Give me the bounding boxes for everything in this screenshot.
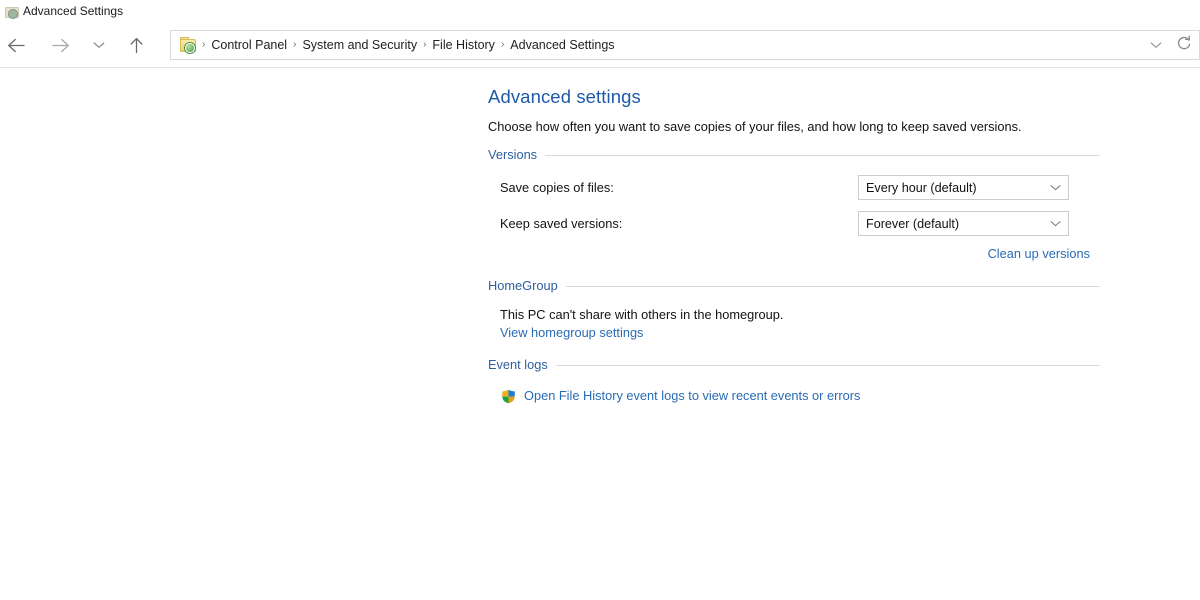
- group-divider: [555, 364, 1100, 366]
- event-logs-link-row[interactable]: Open File History event logs to view rec…: [488, 387, 1100, 405]
- group-header-event-logs: Event logs: [488, 356, 1100, 374]
- window-title-bar: Advanced Settings: [0, 0, 1200, 22]
- open-event-logs-link[interactable]: Open File History event logs to view rec…: [524, 387, 860, 405]
- clean-up-versions-link[interactable]: Clean up versions: [988, 245, 1090, 263]
- save-copies-label: Save copies of files:: [500, 179, 614, 195]
- group-event-logs: Event logs Open File History event logs …: [488, 356, 1100, 405]
- up-arrow-icon: [129, 37, 144, 54]
- group-versions: Versions Save copies of files: Every hou…: [488, 146, 1100, 263]
- group-label-event-logs: Event logs: [488, 357, 548, 372]
- page-description: Choose how often you want to save copies…: [488, 119, 1022, 134]
- breadcrumb-item-file-history[interactable]: File History: [427, 34, 500, 56]
- refresh-button[interactable]: [1169, 31, 1199, 59]
- address-bar-controls: [1143, 31, 1199, 59]
- recent-locations-button[interactable]: [86, 29, 112, 61]
- breadcrumb-item-advanced-settings[interactable]: Advanced Settings: [505, 34, 619, 56]
- folder-globe-icon: [4, 3, 20, 19]
- forward-arrow-icon: [51, 38, 70, 53]
- forward-button[interactable]: [44, 29, 76, 61]
- breadcrumb-item-system-and-security[interactable]: System and Security: [297, 34, 422, 56]
- group-label-versions: Versions: [488, 147, 538, 162]
- view-homegroup-settings-link[interactable]: View homegroup settings: [500, 324, 643, 342]
- group-label-homegroup: HomeGroup: [488, 278, 558, 293]
- breadcrumb: › Control Panel › System and Security › …: [201, 34, 1143, 56]
- chevron-down-icon: [1150, 36, 1162, 54]
- window-title: Advanced Settings: [23, 4, 124, 18]
- group-divider: [545, 154, 1100, 156]
- back-button[interactable]: [0, 29, 32, 61]
- homegroup-link-wrap: View homegroup settings: [488, 324, 1100, 342]
- navigation-toolbar: › Control Panel › System and Security › …: [0, 22, 1200, 68]
- address-bar[interactable]: › Control Panel › System and Security › …: [170, 30, 1200, 60]
- row-clean-up: Clean up versions: [488, 245, 1100, 263]
- content-area: Advanced settings Choose how often you w…: [0, 68, 1200, 405]
- breadcrumb-item-control-panel[interactable]: Control Panel: [206, 34, 292, 56]
- chevron-down-icon: [1049, 182, 1061, 194]
- keep-versions-value: Forever (default): [866, 216, 960, 231]
- back-arrow-icon: [7, 38, 26, 53]
- chevron-down-icon: [1049, 218, 1061, 230]
- group-divider: [565, 285, 1100, 287]
- group-header-homegroup: HomeGroup: [488, 277, 1100, 295]
- row-keep-versions: Keep saved versions: Forever (default): [488, 211, 1100, 236]
- homegroup-message: This PC can't share with others in the h…: [500, 307, 784, 322]
- keep-versions-dropdown[interactable]: Forever (default): [858, 211, 1069, 236]
- up-button[interactable]: [120, 29, 152, 61]
- row-save-copies: Save copies of files: Every hour (defaul…: [488, 175, 1100, 200]
- uac-shield-icon: [500, 388, 517, 405]
- group-homegroup: HomeGroup This PC can't share with other…: [488, 277, 1100, 342]
- save-copies-dropdown[interactable]: Every hour (default): [858, 175, 1069, 200]
- page-title: Advanced settings: [488, 86, 641, 107]
- address-dropdown-button[interactable]: [1143, 31, 1169, 59]
- chevron-down-icon: [93, 41, 105, 49]
- save-copies-value: Every hour (default): [866, 180, 977, 195]
- refresh-icon: [1176, 35, 1192, 56]
- folder-globe-icon: [179, 36, 197, 54]
- keep-versions-label: Keep saved versions:: [500, 215, 623, 231]
- group-header-versions: Versions: [488, 146, 1100, 164]
